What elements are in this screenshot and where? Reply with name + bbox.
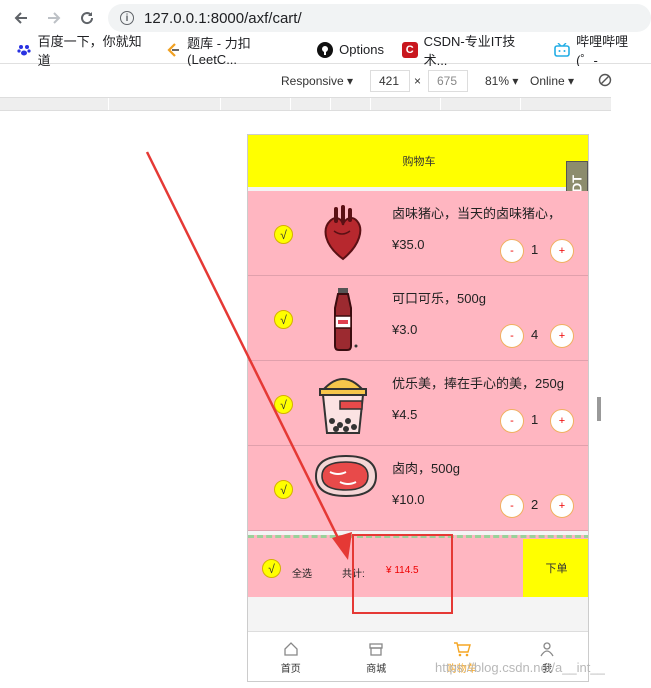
annotation-arrow	[145, 151, 352, 560]
watermark: https://blog.csdn.net/a__int__	[435, 660, 605, 675]
annotation-box	[352, 534, 453, 614]
